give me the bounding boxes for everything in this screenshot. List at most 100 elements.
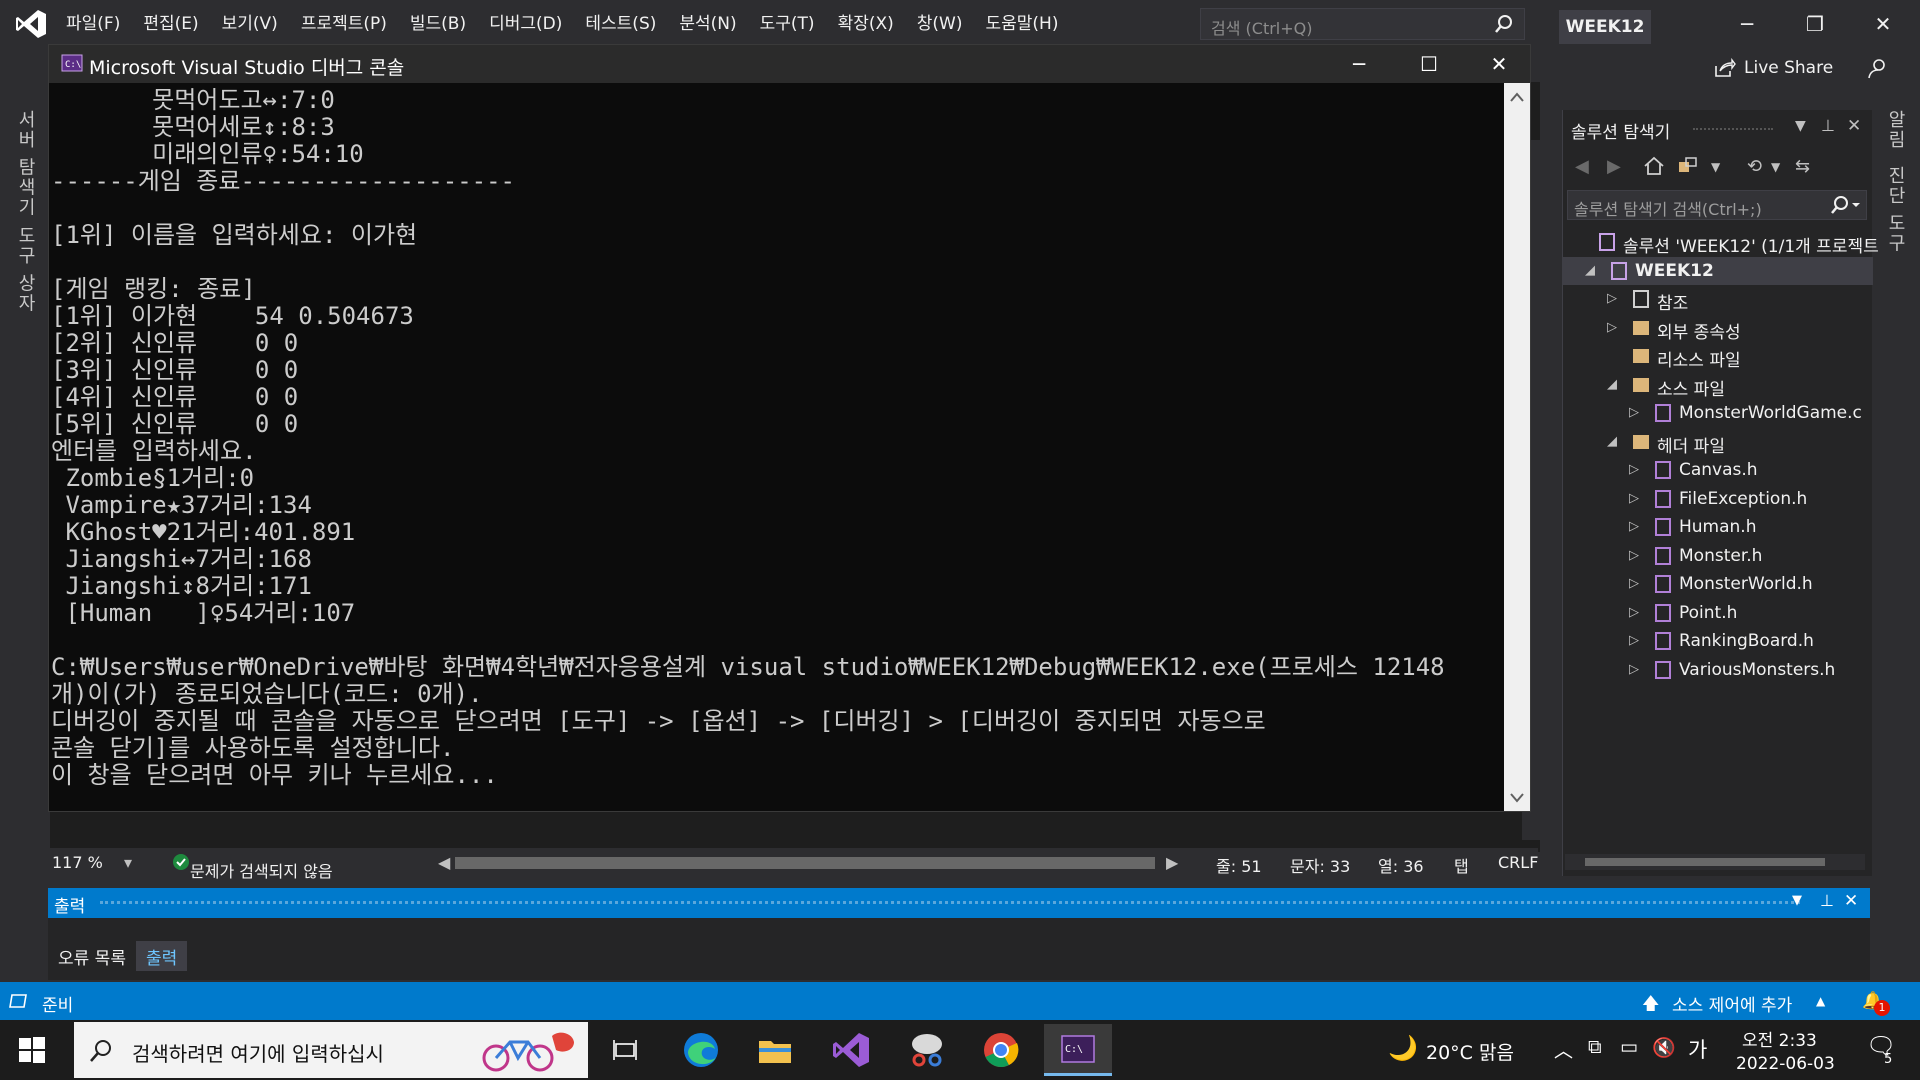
notifications-tab[interactable]: 알림 [1882,110,1908,150]
column-number[interactable]: 열: 36 [1378,853,1424,877]
console-close-button[interactable]: ✕ [1469,47,1529,81]
collapsed-arrow-icon[interactable]: ▷ [1629,662,1639,677]
pending-dropdown-icon[interactable]: ▼ [1771,160,1780,174]
volume-icon[interactable]: 🔇 [1652,1036,1676,1059]
tree-item[interactable]: ◢ 헤더 파일 [1563,428,1873,457]
collapsed-arrow-icon[interactable]: ▷ [1607,320,1617,335]
collapsed-arrow-icon[interactable]: ▷ [1629,462,1639,477]
expanded-arrow-icon[interactable]: ◢ [1607,434,1617,449]
tree-item[interactable]: ▷ MonsterWorldGame.c [1563,399,1873,427]
drag-grip[interactable] [1693,128,1773,132]
task-view-button[interactable] [594,1024,656,1076]
forward-icon[interactable]: ▶ [1607,156,1621,177]
menu-item[interactable]: 프로젝트(P) [301,12,400,36]
console-output[interactable]: 못먹어도고↔:7:0 못먹어세로↕:8:3 미래의인류♀:54:10 ------… [49,83,1504,811]
menu-item[interactable]: 테스트(S) [585,12,669,36]
scrollbar-thumb[interactable] [1508,107,1526,767]
menu-item[interactable]: 파일(F) [66,12,133,36]
toolbox-tab[interactable]: 도구 상자 [12,226,38,314]
chevron-up-icon[interactable]: ▲ [1816,994,1825,1008]
scroll-left-icon[interactable]: ◀ [438,853,450,872]
tree-item[interactable]: ▷ 외부 종속성 [1563,314,1873,343]
tree-item[interactable]: ▷ RankingBoard.h [1563,627,1873,655]
tree-item[interactable]: ▷ Human.h [1563,513,1873,541]
collapsed-arrow-icon[interactable]: ▷ [1629,576,1639,591]
collapsed-arrow-icon[interactable]: ▷ [1629,405,1639,420]
line-number[interactable]: 줄: 51 [1216,853,1262,877]
taskbar-debug-console[interactable]: C:\ [1044,1024,1112,1076]
menu-item[interactable]: 도구(T) [760,12,828,36]
close-button[interactable]: ✕ [1860,8,1906,40]
tab-mode[interactable]: 탭 [1454,853,1469,877]
restore-button[interactable]: ❐ [1792,8,1838,40]
tree-item[interactable]: ▷ 참조 [1563,285,1873,314]
menu-item[interactable]: 창(W) [917,12,976,36]
collapsed-arrow-icon[interactable]: ▷ [1629,548,1639,563]
debug-console-window[interactable]: C:\ Microsoft Visual Studio 디버그 콘솔 ─ ☐ ✕… [48,44,1531,812]
panel-close-icon[interactable]: ✕ [1844,891,1858,911]
tree-item[interactable]: ▷ Canvas.h [1563,456,1873,484]
scroll-down-icon[interactable] [1510,788,1524,807]
menu-item[interactable]: 보기(V) [222,12,291,36]
menu-item[interactable]: 확장(X) [838,12,907,36]
collapsed-arrow-icon[interactable]: ▷ [1629,491,1639,506]
menu-item[interactable]: 편집(E) [143,12,211,36]
console-title-bar[interactable]: C:\ Microsoft Visual Studio 디버그 콘솔 ─ ☐ ✕ [49,45,1530,83]
global-search-input[interactable]: 검색 (Ctrl+Q) [1200,8,1525,40]
collapsed-arrow-icon[interactable]: ▷ [1629,633,1639,648]
back-icon[interactable]: ◀ [1575,156,1589,177]
zoom-dropdown-icon[interactable]: ▾ [124,853,132,872]
menu-item[interactable]: 분석(N) [679,12,749,36]
switch-views-icon[interactable] [1677,156,1699,176]
diagnostic-tools-tab[interactable]: 진단 도구 [1882,166,1908,254]
editor-horizontal-scrollbar[interactable] [455,857,1155,869]
feedback-icon[interactable] [1866,58,1888,80]
add-to-source-control-button[interactable]: 소스 제어에 추가 [1672,991,1792,1016]
panel-close-icon[interactable]: ✕ [1847,116,1861,136]
tree-item[interactable]: ▷ MonsterWorld.h [1563,570,1873,598]
expanded-arrow-icon[interactable]: ◢ [1585,263,1595,278]
console-maximize-button[interactable]: ☐ [1399,47,1459,81]
collapsed-arrow-icon[interactable]: ▷ [1629,605,1639,620]
meet-icon[interactable]: ⧉ [1588,1036,1602,1058]
panel-dropdown-icon[interactable]: ▼ [1795,118,1806,134]
visual-studio-logo-icon[interactable] [14,8,48,40]
taskbar-visual-studio[interactable] [820,1024,882,1076]
taskbar-search-box[interactable]: 검색하려면 여기에 입력하십시 [74,1022,588,1078]
tree-item[interactable]: 리소스 파일 [1563,342,1873,371]
issues-indicator[interactable]: 문제가 검색되지 않음 [172,853,333,881]
menu-item[interactable]: 빌드(B) [410,12,479,36]
tree-item[interactable]: ▷ VariousMonsters.h [1563,656,1873,684]
menu-item[interactable]: 도움말(H) [986,12,1072,36]
collapsed-arrow-icon[interactable]: ▷ [1629,519,1639,534]
tree-item[interactable]: ▷ FileException.h [1563,485,1873,513]
pin-icon[interactable]: ⊥ [1821,116,1835,135]
scrollbar-thumb[interactable] [455,857,1155,869]
taskbar-snipping-tool[interactable] [896,1024,958,1076]
scroll-right-icon[interactable]: ▶ [1166,853,1178,872]
sync-icon[interactable]: ⇆ [1795,156,1810,177]
panel-dropdown-icon[interactable]: ▼ [1792,893,1802,908]
windows-start-icon[interactable] [18,1036,46,1064]
pending-changes-icon[interactable]: ⟲ [1747,156,1762,177]
weather-moon-icon[interactable]: 🌙 [1388,1034,1418,1062]
battery-icon[interactable]: ▭ [1620,1036,1638,1058]
weather-label[interactable]: 20°C 맑음 [1426,1038,1514,1065]
minimize-button[interactable]: ─ [1724,8,1770,40]
taskbar-edge[interactable] [670,1024,732,1076]
home-icon[interactable] [1643,156,1665,176]
live-share-button[interactable]: Live Share [1714,58,1833,78]
clock-date[interactable]: 2022-06-03 [1736,1054,1835,1074]
server-explorer-tab[interactable]: 서버 탐색기 [12,110,38,218]
scroll-up-icon[interactable] [1510,87,1524,106]
tree-item[interactable]: ▷ Monster.h [1563,542,1873,570]
clock-time[interactable]: 오전 2:33 [1742,1026,1817,1051]
drag-grip[interactable] [100,901,1800,904]
tree-item[interactable]: ◢ WEEK12 [1563,256,1873,285]
bottom-tab[interactable]: 출력 [135,941,188,971]
scrollbar-thumb[interactable] [1585,858,1825,866]
console-vertical-scrollbar[interactable] [1504,83,1530,811]
zoom-level[interactable]: 117 % [52,853,103,872]
output-panel-header[interactable]: 출력 ▼ ⊥ ✕ [48,888,1870,918]
char-number[interactable]: 문자: 33 [1290,853,1350,877]
